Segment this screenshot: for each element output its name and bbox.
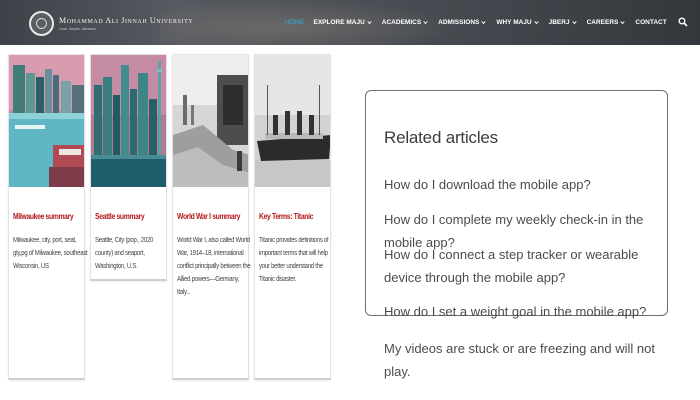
nav-item-label: WHY MAJU <box>496 18 532 26</box>
nav-item-academics[interactable]: ACADEMICS <box>382 19 429 26</box>
brand-name: Mohammad Ali Jinnah University <box>59 15 194 25</box>
nav-item-careers[interactable]: CAREERS <box>587 19 627 26</box>
related-article-link[interactable]: How do I set a weight goal in the mobile… <box>384 300 659 323</box>
card-title[interactable]: Milwaukee summary <box>13 212 74 221</box>
skyline-image <box>91 55 166 187</box>
chevron-down-icon <box>534 20 539 24</box>
article-card-milwaukee[interactable]: Milwaukee summary Milwaukee, city, port,… <box>8 54 88 380</box>
university-logo[interactable]: Mohammad Ali Jinnah University Lead. Ins… <box>29 9 193 37</box>
card-title[interactable]: Key Terms: Titanic <box>259 212 317 221</box>
nav-item-admissions[interactable]: ADMISSIONS <box>438 19 487 26</box>
nav-item-contact[interactable]: CONTACT <box>635 19 666 26</box>
search-icon[interactable] <box>678 17 688 27</box>
nav-item-why-maju[interactable]: WHY MAJU <box>496 19 539 26</box>
main-nav: HOME EXPLORE MAJU ACADEMICS ADMISSIONS WHY M… <box>285 17 688 27</box>
nav-item-home[interactable]: HOME <box>285 19 305 26</box>
chevron-down-icon <box>423 20 428 24</box>
article-card-seattle[interactable]: Seattle summary Seattle, City (pop., 202… <box>90 54 167 281</box>
article-card-titanic[interactable]: Key Terms: Titanic Titanic provides defi… <box>254 54 331 380</box>
nav-item-label: EXPLORE MAJU <box>313 18 365 26</box>
top-navigation-bar: Mohammad Ali Jinnah University Lead. Ins… <box>0 0 700 45</box>
nav-item-label: HOME <box>285 18 305 26</box>
card-description: Milwaukee, city, port, seat, gty,pg of M… <box>13 237 88 270</box>
card-title[interactable]: Seattle summary <box>95 212 153 221</box>
nav-item-jberj[interactable]: JBERJ <box>549 19 578 26</box>
related-article-link[interactable]: How do I connect a step tracker or weara… <box>384 243 659 289</box>
nav-item-label: JBERJ <box>548 18 570 26</box>
battlefield-image <box>173 55 248 187</box>
brand-tagline: Lead. Inspire. Advance. <box>59 26 97 31</box>
card-title[interactable]: World War I summary <box>177 212 240 221</box>
related-article-link[interactable]: How do I download the mobile app? <box>384 173 659 196</box>
nav-item-label: CAREERS <box>586 18 619 26</box>
nav-item-label: CONTACT <box>635 18 667 26</box>
chevron-down-icon <box>571 20 577 24</box>
related-article-link[interactable]: My videos are stuck or are freezing and … <box>384 337 659 383</box>
chevron-down-icon <box>481 20 486 24</box>
chevron-down-icon <box>620 20 625 24</box>
harbor-city-image <box>9 55 84 187</box>
nav-item-label: ACADEMICS <box>381 18 422 26</box>
university-seal-icon <box>29 10 54 36</box>
article-card-world-war-i[interactable]: World War I summary World War I, also ca… <box>172 54 251 380</box>
chevron-down-icon <box>367 20 372 24</box>
card-description: Titanic provides definitions of importan… <box>259 237 329 283</box>
card-description: World War I, also called World War, 1914… <box>177 237 251 296</box>
ocean-liner-image <box>255 55 330 187</box>
related-articles-heading: Related articles <box>384 128 498 147</box>
card-description: Seattle, City (pop., 2020 county) and se… <box>95 237 154 270</box>
nav-item-explore-maju[interactable]: EXPLORE MAJU <box>314 19 373 26</box>
nav-item-label: ADMISSIONS <box>438 18 480 26</box>
